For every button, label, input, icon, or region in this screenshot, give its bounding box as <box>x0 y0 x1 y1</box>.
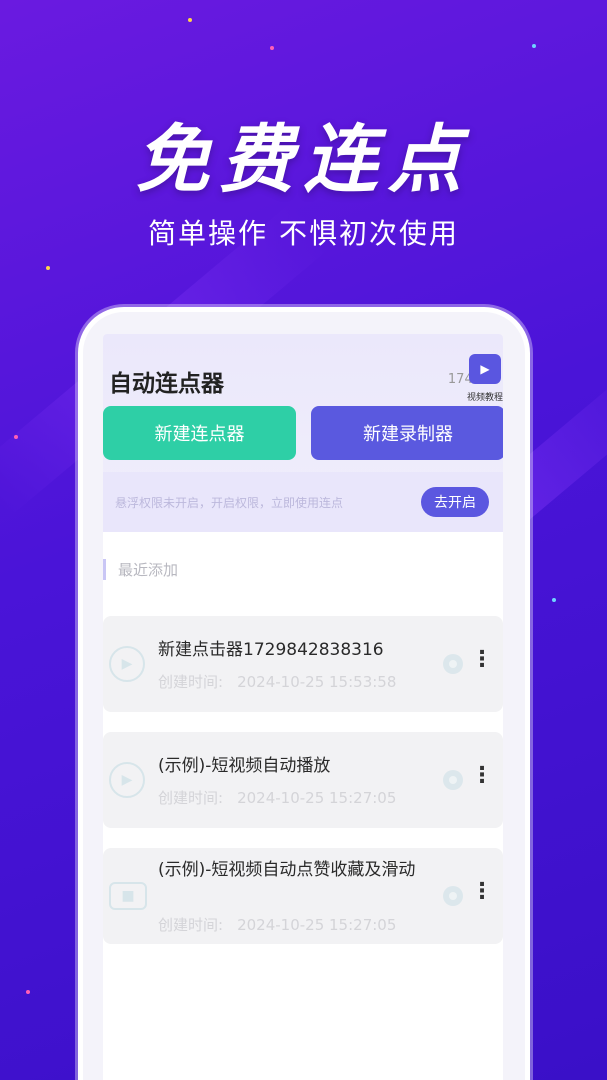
play-icon[interactable]: ▶ <box>109 762 145 798</box>
phone-frame: 自动连点器 1748 ▶ 视频教程 新建连点器 新建录制器 悬浮权限未开启，开启… <box>78 307 530 1080</box>
created-label: 创建时间: <box>158 789 224 807</box>
sparkle <box>26 990 30 994</box>
sparkle <box>46 266 50 270</box>
promo-headline: 免费连点 <box>135 117 472 203</box>
created-label: 创建时间: <box>158 916 224 934</box>
item-created: 创建时间: 2024-10-25 15:53:58 <box>158 671 396 692</box>
item-name: (示例)-短视频自动播放 <box>158 756 331 776</box>
list-item[interactable]: ■ (示例)-短视频自动点赞收藏及滑动 创建时间: 2024-10-25 15:2… <box>103 848 503 944</box>
more-options-icon[interactable]: ⋮ <box>471 881 493 903</box>
sparkle <box>552 598 556 602</box>
new-clicker-button[interactable]: 新建连点器 <box>103 406 296 460</box>
item-created: 创建时间: 2024-10-25 15:27:05 <box>158 787 396 808</box>
list-item[interactable]: ▶ (示例)-短视频自动播放 创建时间: 2024-10-25 15:27:05 … <box>103 732 503 828</box>
created-time: 2024-10-25 15:53:58 <box>237 673 397 691</box>
sparkle <box>532 44 536 48</box>
sparkle <box>270 46 274 50</box>
video-camera-icon[interactable]: ■ <box>109 882 147 910</box>
video-tutorial-icon[interactable]: ▶ <box>469 354 501 384</box>
created-time: 2024-10-25 15:27:05 <box>237 916 397 934</box>
more-options-icon[interactable]: ⋮ <box>471 765 493 787</box>
item-name: (示例)-短视频自动点赞收藏及滑动 <box>158 860 416 880</box>
recent-section-title: 最近添加 <box>103 559 178 580</box>
item-name: 新建点击器1729842838316 <box>158 640 384 660</box>
settings-icon[interactable] <box>443 886 463 906</box>
play-icon[interactable]: ▶ <box>109 646 145 682</box>
permission-notice-text: 悬浮权限未开启，开启权限，立即使用连点 <box>115 496 344 510</box>
settings-icon[interactable] <box>443 654 463 674</box>
created-time: 2024-10-25 15:27:05 <box>237 789 397 807</box>
permission-notice: 悬浮权限未开启，开启权限，立即使用连点 去开启 <box>103 472 503 532</box>
sparkle <box>188 18 192 22</box>
app-title: 自动连点器 <box>109 371 224 397</box>
enable-permission-button[interactable]: 去开启 <box>421 487 489 517</box>
item-created: 创建时间: 2024-10-25 15:27:05 <box>158 914 396 935</box>
list-item[interactable]: ▶ 新建点击器1729842838316 创建时间: 2024-10-25 15:… <box>103 616 503 712</box>
promo-subhead: 简单操作 不惧初次使用 <box>148 217 459 250</box>
new-recorder-button[interactable]: 新建录制器 <box>311 406 503 460</box>
more-options-icon[interactable]: ⋮ <box>471 649 493 671</box>
created-label: 创建时间: <box>158 673 224 691</box>
app-screen: 自动连点器 1748 ▶ 视频教程 新建连点器 新建录制器 悬浮权限未开启，开启… <box>103 334 503 1080</box>
video-tutorial-label[interactable]: 视频教程 <box>467 390 503 403</box>
sparkle <box>14 435 18 439</box>
settings-icon[interactable] <box>443 770 463 790</box>
